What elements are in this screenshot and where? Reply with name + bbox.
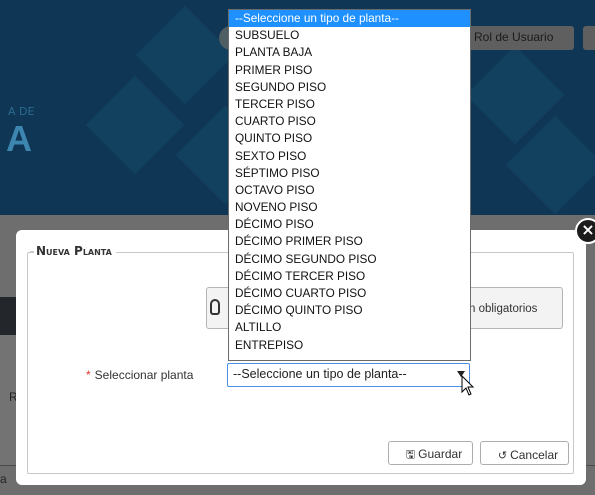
background-button-partial [583, 26, 595, 50]
save-button-label: Guardar [418, 447, 463, 461]
undo-icon: ↺ [497, 450, 508, 462]
dropdown-option[interactable]: DÉCIMO QUINTO PISO [229, 302, 470, 319]
dropdown-option[interactable]: DÉCIMO TERCER PISO [229, 268, 470, 285]
save-button[interactable]: 🖫 Guardar [388, 441, 473, 465]
background-pattern [85, 75, 185, 175]
dropdown-option[interactable]: ALTILLO [229, 319, 470, 336]
dropdown-option[interactable]: SUBSUELO [229, 27, 470, 44]
cancel-button[interactable]: ↺ Cancelar [480, 441, 569, 465]
dropdown-option[interactable]: SEXTO PISO [229, 148, 470, 165]
role-button: Rol de Usuario [468, 26, 574, 50]
dropdown-option[interactable]: TERCER PISO [229, 96, 470, 113]
dropdown-option[interactable]: QUINTO PISO [229, 130, 470, 147]
mouse-cursor-icon [461, 375, 475, 396]
background-logo-small: A DE [8, 105, 35, 118]
dropdown-option[interactable]: PLANTA BAJA [229, 44, 470, 61]
dropdown-option[interactable]: DÉCIMO PISO [229, 216, 470, 233]
dropdown-option[interactable]: SEGUNDO PISO [229, 79, 470, 96]
required-asterisk: * [86, 368, 91, 382]
dropdown-option[interactable]: CUARTO PISO [229, 113, 470, 130]
notice-text: n obligatorios [469, 303, 538, 315]
planta-dropdown-list: --Seleccione un tipo de planta-- SUBSUEL… [228, 9, 471, 361]
background-partial-text: a [0, 472, 7, 486]
dropdown-option[interactable]: PRIMER PISO [229, 62, 470, 79]
dropdown-option[interactable]: DÉCIMO SEGUNDO PISO [229, 251, 470, 268]
select-planta-label: * Seleccionar planta [86, 368, 193, 382]
close-icon[interactable]: × [575, 218, 595, 244]
fieldset-legend: Nueva Planta [34, 244, 116, 258]
dropdown-option[interactable]: ENTREPISO [229, 337, 470, 354]
dropdown-option[interactable]: DÉCIMO CUARTO PISO [229, 285, 470, 302]
select-planta-label-text: Seleccionar planta [94, 368, 194, 382]
dropdown-option[interactable]: --Seleccione un tipo de planta-- [229, 10, 470, 28]
dropdown-option[interactable]: NOVENO PISO [229, 199, 470, 216]
cancel-button-label: Cancelar [510, 448, 559, 462]
dropdown-option[interactable]: DÉCIMO PRIMER PISO [229, 233, 470, 250]
lightbulb-icon [210, 299, 220, 315]
dropdown-option[interactable]: SÉPTIMO PISO [229, 165, 470, 182]
floppy-disk-icon: 🖫 [405, 449, 416, 461]
background-pattern [135, 5, 235, 105]
planta-select[interactable]: --Seleccione un tipo de planta-- [227, 363, 470, 387]
dropdown-option[interactable]: OCTAVO PISO [229, 182, 470, 199]
background-logo-big: A [6, 118, 32, 159]
